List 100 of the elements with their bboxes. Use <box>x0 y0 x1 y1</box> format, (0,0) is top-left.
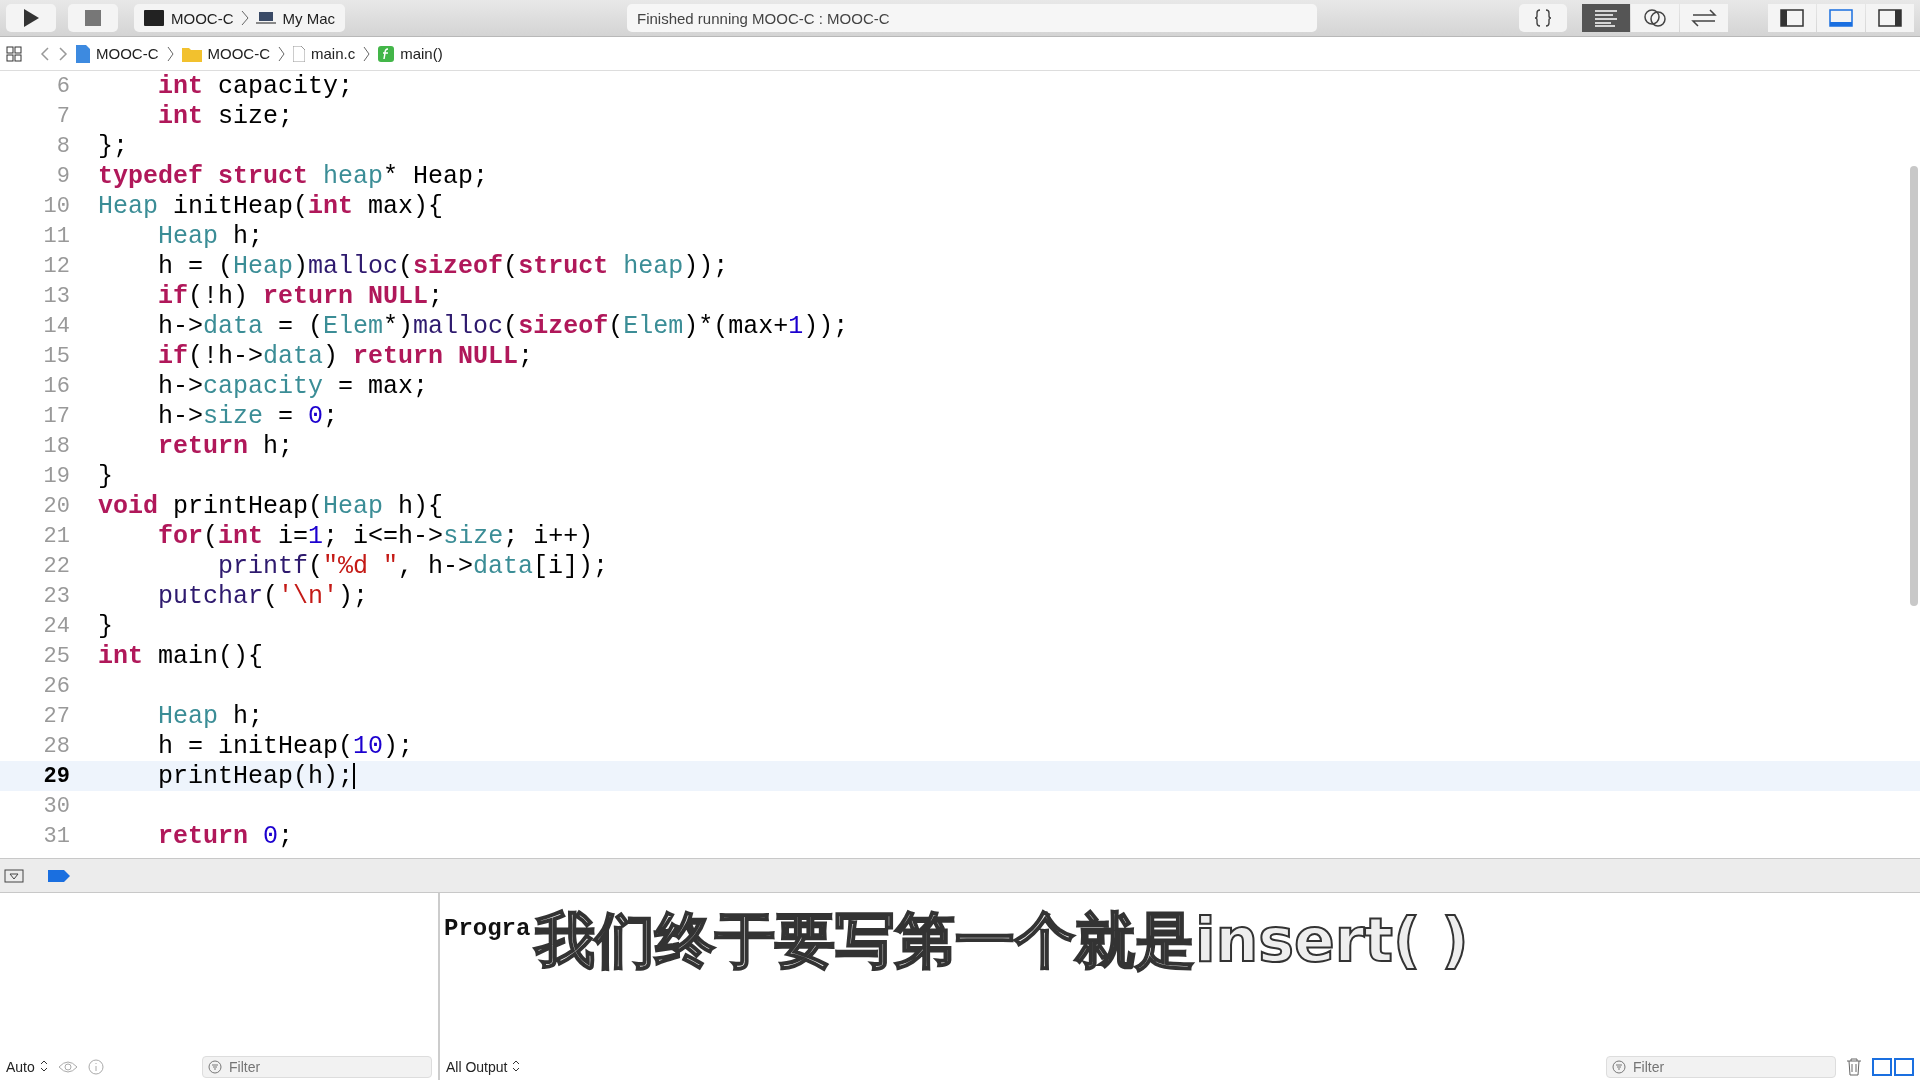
code-line: h->size = 0; <box>157 401 339 431</box>
code-line: printf("%d ", h->data[i]); <box>217 551 609 581</box>
filter-field[interactable]: Filter <box>1606 1056 1836 1078</box>
chevron-icon <box>166 45 174 62</box>
breakpoint-icon[interactable] <box>48 869 70 882</box>
code-line: typedef struct heap* Heap; <box>98 161 489 191</box>
version-editor-button[interactable] <box>1680 4 1728 32</box>
console-output: Progra <box>444 915 531 942</box>
split-view-icon[interactable] <box>1872 1058 1914 1076</box>
line-number: 8 <box>55 133 70 159</box>
left-panel-toggle[interactable] <box>1768 4 1816 32</box>
line-number: 18 <box>42 433 70 459</box>
code-line: void printHeap(Heap h){ <box>98 491 444 521</box>
scheme-name: MOOC-C <box>171 9 234 27</box>
document-icon <box>76 44 90 63</box>
line-number: 26 <box>42 673 70 699</box>
collapse-icon[interactable] <box>4 868 24 883</box>
code-line: h = (Heap)malloc(sizeof(struct heap)); <box>157 251 729 281</box>
code-line: } <box>98 611 113 641</box>
breadcrumb-item[interactable]: main() <box>378 45 443 62</box>
standard-editor-button[interactable] <box>1582 4 1630 32</box>
breadcrumb-item[interactable]: MOOC-C <box>76 44 159 63</box>
assistant-editor-button[interactable] <box>1631 4 1679 32</box>
code-line: }; <box>98 131 128 161</box>
destination-name: My Mac <box>282 9 335 27</box>
scrollbar[interactable] <box>1910 166 1918 606</box>
up-down-icon <box>512 1060 521 1072</box>
line-number: 17 <box>42 403 70 429</box>
scope-selector[interactable]: Auto <box>6 1059 48 1075</box>
line-number: 10 <box>42 193 70 219</box>
eye-icon[interactable] <box>57 1060 78 1074</box>
left-panel-icon <box>1780 9 1804 27</box>
line-number: 6 <box>55 73 70 99</box>
code-line: h->data = (Elem*)malloc(sizeof(Elem)*(max+1)); <box>157 311 849 341</box>
breadcrumb-item[interactable]: main.c <box>293 45 356 62</box>
chevron-icon <box>240 10 249 26</box>
braces-editor-button[interactable] <box>1519 4 1567 32</box>
code-line: if(!h) return NULL; <box>157 281 444 311</box>
c-file-icon <box>293 45 305 62</box>
code-line: int size; <box>157 101 294 131</box>
lines-icon <box>1594 9 1618 27</box>
line-number: 23 <box>42 583 70 609</box>
up-down-icon <box>39 1060 48 1072</box>
code-line: return 0; <box>157 821 294 851</box>
stop-button[interactable] <box>68 4 118 32</box>
line-number: 21 <box>42 523 70 549</box>
breadcrumb-item[interactable]: MOOC-C <box>181 45 270 62</box>
code-line: Heap h; <box>157 221 264 251</box>
bottom-panel-toggle[interactable] <box>1817 4 1865 32</box>
line-number: 27 <box>42 703 70 729</box>
code-line: return h; <box>157 431 294 461</box>
grid-icon[interactable] <box>6 45 22 62</box>
output-selector[interactable]: All Output <box>446 1059 521 1075</box>
line-number: 11 <box>42 223 70 249</box>
braces-icon <box>1534 8 1552 28</box>
right-panel-toggle[interactable] <box>1866 4 1914 32</box>
line-number: 22 <box>42 553 70 579</box>
line-number: 16 <box>42 373 70 399</box>
code-line: printHeap(h); <box>157 761 354 791</box>
line-number: 19 <box>42 463 70 489</box>
chevron-icon <box>363 45 371 62</box>
run-button[interactable] <box>6 4 56 32</box>
code-line: Heap h; <box>157 701 264 731</box>
code-line: } <box>98 461 113 491</box>
line-number: 20 <box>42 493 70 519</box>
terminal-icon <box>144 10 164 26</box>
swap-arrows-icon <box>1691 9 1717 27</box>
line-number: 14 <box>42 313 70 339</box>
code-line: h = initHeap(10); <box>157 731 414 761</box>
folder-icon <box>181 45 202 62</box>
stop-icon <box>85 10 101 26</box>
scheme-selector[interactable]: MOOC-C My Mac <box>134 4 345 32</box>
line-number: 9 <box>55 163 70 189</box>
code-line: if(!h->data) return NULL; <box>157 341 534 371</box>
chevron-icon <box>278 45 285 62</box>
play-icon <box>22 8 40 28</box>
code-line: h->capacity = max; <box>157 371 429 401</box>
laptop-icon <box>255 11 276 25</box>
back-icon[interactable] <box>40 45 50 62</box>
right-panel-icon <box>1878 9 1902 27</box>
subtitle: 我们终于要写第一个就是insert( ) <box>535 904 1469 977</box>
status-text: Finished running MOOC-C : MOOC-C <box>637 9 890 27</box>
code-line: putchar('\n'); <box>157 581 369 611</box>
line-number: 13 <box>42 283 70 309</box>
filter-field[interactable]: Filter <box>202 1056 432 1078</box>
text-cursor <box>353 763 356 789</box>
line-number: 12 <box>42 253 70 279</box>
code-line: for(int i=1; i<=h->size; i++) <box>157 521 594 551</box>
line-number: 15 <box>42 343 70 369</box>
forward-icon[interactable] <box>58 45 68 62</box>
line-number: 31 <box>42 823 70 849</box>
line-number: 29 <box>42 763 70 789</box>
line-number: 30 <box>42 793 70 819</box>
line-number: 25 <box>42 643 70 669</box>
line-number: 24 <box>42 613 70 639</box>
linked-circles-icon <box>1643 8 1667 28</box>
line-number: 7 <box>55 103 70 129</box>
bottom-panel-icon <box>1829 9 1853 27</box>
trash-icon[interactable] <box>1846 1058 1862 1076</box>
code-line: int capacity; <box>157 71 354 101</box>
